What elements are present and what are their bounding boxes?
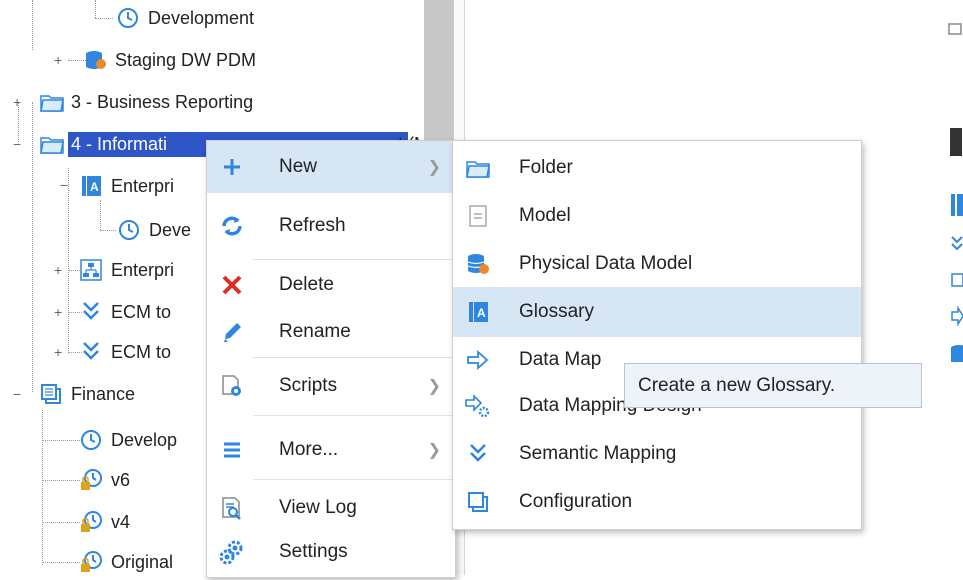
menu-separator [253, 415, 455, 416]
version-clock-icon [118, 219, 140, 241]
gears-icon [219, 539, 245, 565]
collapse-icon[interactable]: − [13, 387, 23, 401]
menu-separator [253, 479, 455, 480]
scripts-icon [219, 373, 245, 399]
tree-item-ecm-mapping-2[interactable]: ECM to [80, 334, 174, 370]
model-icon [951, 272, 963, 290]
collapse-icon[interactable]: − [13, 137, 23, 151]
locked-version-icon [80, 551, 102, 573]
menu-item-view-log[interactable]: View Log [207, 483, 455, 533]
plus-icon [219, 154, 245, 180]
menu-item-more[interactable]: More... ❯ [207, 425, 455, 475]
physical-data-model-icon [951, 344, 963, 366]
menu-separator [253, 259, 455, 260]
folder-icon [40, 133, 64, 155]
chevron-right-icon: ❯ [427, 442, 441, 459]
menu-item-settings[interactable]: Settings [207, 529, 455, 575]
model-doc-icon [465, 203, 491, 229]
expand-icon[interactable]: + [54, 305, 64, 319]
semantic-mapping-icon [80, 341, 102, 363]
pencil-icon [219, 319, 245, 345]
configuration-icon [40, 383, 62, 405]
tree-item-v4[interactable]: v4 [80, 504, 133, 540]
data-mapping-icon [465, 347, 491, 373]
semantic-mapping-icon [465, 441, 491, 467]
model-diagram-icon [80, 259, 102, 281]
data-mapping-design-icon [465, 393, 491, 419]
tree-item-finance-development[interactable]: Develop [80, 422, 180, 458]
locked-version-icon [80, 511, 102, 533]
semantic-mapping-icon [80, 301, 102, 323]
configuration-icon [465, 489, 491, 515]
expand-icon[interactable]: + [54, 53, 64, 67]
context-menu: New ❯ Refresh Delete Rename Scripts ❯ Mo… [206, 140, 456, 578]
data-mapping-icon [951, 305, 963, 327]
collapse-icon[interactable]: − [60, 178, 70, 192]
menu-item-folder[interactable]: Folder [453, 145, 861, 191]
menu-item-glossary[interactable]: A Glossary [453, 287, 861, 337]
menu-item-refresh[interactable]: Refresh [207, 201, 455, 251]
menu-item-physical-data-model[interactable]: Physical Data Model [453, 241, 861, 287]
view-log-icon [219, 495, 245, 521]
hamburger-icon [219, 437, 245, 463]
expand-icon[interactable]: + [13, 95, 23, 109]
tree-item-enterprise-model[interactable]: Enterpri [80, 252, 177, 288]
tree-item-development[interactable]: Development [117, 0, 257, 36]
tree-item-finance[interactable]: Finance [40, 376, 138, 412]
menu-item-configuration[interactable]: Configuration [453, 479, 861, 525]
svg-text:A: A [90, 180, 99, 194]
physical-data-model-icon [465, 251, 491, 277]
tree-item-enterprise-glossary[interactable]: A Enterpri [80, 168, 177, 204]
version-clock-icon [117, 7, 139, 29]
glossary-icon: A [465, 299, 491, 325]
version-clock-icon [80, 429, 102, 451]
tree-item-business-reporting[interactable]: 3 - Business Reporting [40, 84, 256, 120]
menu-item-model[interactable]: Model [453, 193, 861, 239]
menu-item-rename[interactable]: Rename [207, 307, 455, 357]
tree-item-ecm-mapping-1[interactable]: ECM to [80, 294, 174, 330]
physical-data-model-icon [84, 49, 106, 71]
delete-x-icon [219, 272, 245, 298]
chevron-right-icon: ❯ [427, 159, 441, 176]
folder-icon [465, 155, 491, 181]
semantic-mapping-icon [951, 234, 963, 254]
menu-item-semantic-mapping[interactable]: Semantic Mapping [453, 431, 861, 477]
menu-item-delete[interactable]: Delete [207, 261, 455, 309]
window-icon[interactable] [948, 22, 962, 38]
locked-version-icon [80, 469, 102, 491]
tooltip: Create a new Glossary. [624, 363, 922, 408]
glossary-icon: A [80, 175, 102, 197]
new-submenu: Folder Model Physical Data Model A Gloss… [452, 140, 862, 530]
refresh-icon [219, 213, 245, 239]
scrollbar-thumb[interactable] [424, 0, 454, 146]
tree-item-v6[interactable]: v6 [80, 462, 133, 498]
tree-item-development-version[interactable]: Deve [118, 212, 194, 248]
folder-icon [40, 91, 64, 113]
expand-icon[interactable]: + [54, 345, 64, 359]
glossary-icon [951, 194, 963, 216]
expand-icon[interactable]: + [54, 263, 64, 277]
svg-text:A: A [477, 306, 486, 320]
panel-heading-fragment [950, 128, 962, 156]
chevron-right-icon: ❯ [427, 378, 441, 395]
menu-item-scripts[interactable]: Scripts ❯ [207, 361, 455, 411]
tree-item-staging-dw-pdm[interactable]: Staging DW PDM [84, 42, 259, 78]
menu-item-new[interactable]: New ❯ [207, 141, 455, 193]
menu-separator [253, 357, 455, 358]
